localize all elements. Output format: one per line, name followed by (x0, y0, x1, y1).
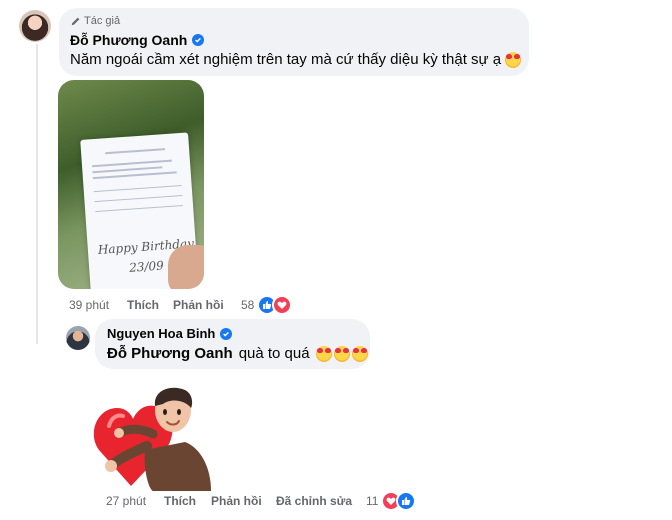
reply-button[interactable]: Phản hồi (211, 494, 262, 508)
comment-author[interactable]: Đỗ Phương Oanh (70, 32, 205, 48)
comment-photo[interactable]: Happy Birthday 23/09 (58, 80, 204, 289)
smiling-face-with-hearts-icon (505, 51, 522, 68)
author-name[interactable]: Đỗ Phương Oanh (70, 32, 187, 48)
reaction-icons[interactable] (381, 491, 416, 511)
like-reaction-icon (396, 491, 416, 511)
reaction-icons[interactable] (257, 295, 292, 315)
reaction-count[interactable]: 11 (366, 494, 378, 508)
author-badge: Tác giả (70, 15, 120, 27)
avatar[interactable] (66, 326, 90, 350)
love-reaction-icon (272, 295, 292, 315)
like-button[interactable]: Thích (127, 298, 159, 312)
avatar[interactable] (19, 10, 51, 42)
pencil-icon (71, 17, 80, 25)
smiling-face-with-hearts-icon (351, 345, 368, 362)
verified-icon (192, 34, 205, 46)
reply-text-content: quà to quá (238, 345, 310, 362)
reply-button[interactable]: Phản hồi (173, 298, 224, 312)
reply-text: Đỗ Phương Oanh quà to quá (107, 345, 368, 362)
reaction-count[interactable]: 58 (241, 298, 254, 312)
author-badge-label: Tác giả (84, 15, 121, 27)
author-name[interactable]: Nguyen Hoa Binh (107, 326, 215, 341)
verified-icon (220, 327, 233, 340)
reply-author[interactable]: Nguyen Hoa Binh (107, 326, 233, 341)
comment-text-content: Năm ngoái cầm xét nghiệm trên tay mà cứ … (70, 51, 502, 68)
comment-time[interactable]: 39 phút (69, 298, 109, 312)
smiling-face-with-hearts-icon (333, 345, 350, 362)
like-button[interactable]: Thích (164, 494, 196, 508)
photo-text-line-2: 23/09 (128, 258, 165, 275)
comment-text: Năm ngoái cầm xét nghiệm trên tay mà cứ … (70, 51, 522, 68)
comment-time[interactable]: 27 phút (106, 494, 146, 508)
thread-connector-line (36, 44, 38, 344)
edited-label[interactable]: Đã chỉnh sửa (276, 494, 352, 508)
heart-hug-sticker[interactable] (93, 386, 213, 491)
smiling-face-with-hearts-icon (315, 345, 332, 362)
mention-link[interactable]: Đỗ Phương Oanh (107, 345, 233, 362)
hand (168, 245, 204, 289)
